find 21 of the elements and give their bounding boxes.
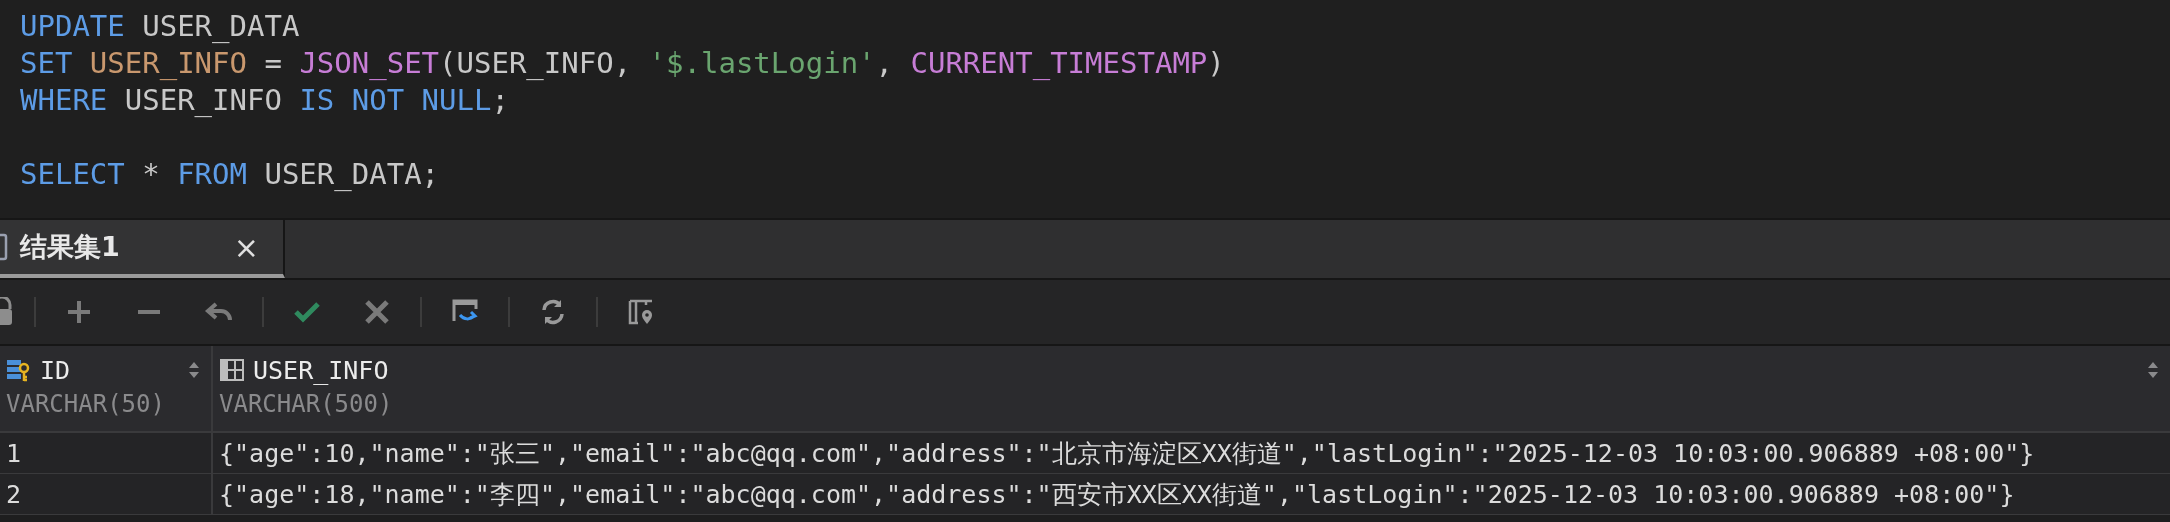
code-line: UPDATE USER_DATA <box>20 8 300 45</box>
table-column-icon <box>219 357 245 383</box>
table-cell-text: {"age":18,"name":"李四","email":"abc@qq.com","address":"西安市XX区XX街道","lastLogin":"2025-12-03 10:03:00.906889 +08:00"} <box>218 478 2016 511</box>
table-cell: 2 <box>0 474 213 514</box>
lock-icon[interactable] <box>0 297 12 327</box>
column-name: ID <box>40 355 72 385</box>
close-button[interactable]: × <box>233 229 259 265</box>
code-line: SELECT * FROM USER_DATA; <box>20 156 440 193</box>
column-type: VARCHAR(50) <box>6 390 166 418</box>
code-line: WHERE USER_INFO IS NOT NULL; <box>20 82 509 119</box>
column-header[interactable]: ID VARCHAR(50) <box>0 346 213 431</box>
tab-label: 结果集1 <box>20 230 121 264</box>
sort-icon[interactable] <box>187 360 201 380</box>
sort-icon[interactable] <box>2146 360 2160 380</box>
column-type: VARCHAR(500) <box>219 390 394 418</box>
column-name: USER_INFO <box>253 355 390 385</box>
result-tab[interactable]: 结果集1 × <box>0 220 285 278</box>
key-column-icon <box>6 357 32 383</box>
table-cell-text: {"age":10,"name":"张三","email":"abc@qq.com","address":"北京市海淀区XX街道","lastLogin":"2025-12-03 10:03:00.906889 +08:00"} <box>218 437 2036 470</box>
code-line: SET USER_INFO = JSON_SET(USER_INFO, '$.lastLogin', CURRENT_TIMESTAMP) <box>20 45 1225 82</box>
column-header[interactable]: USER_INFO VARCHAR(500) <box>213 346 2170 431</box>
